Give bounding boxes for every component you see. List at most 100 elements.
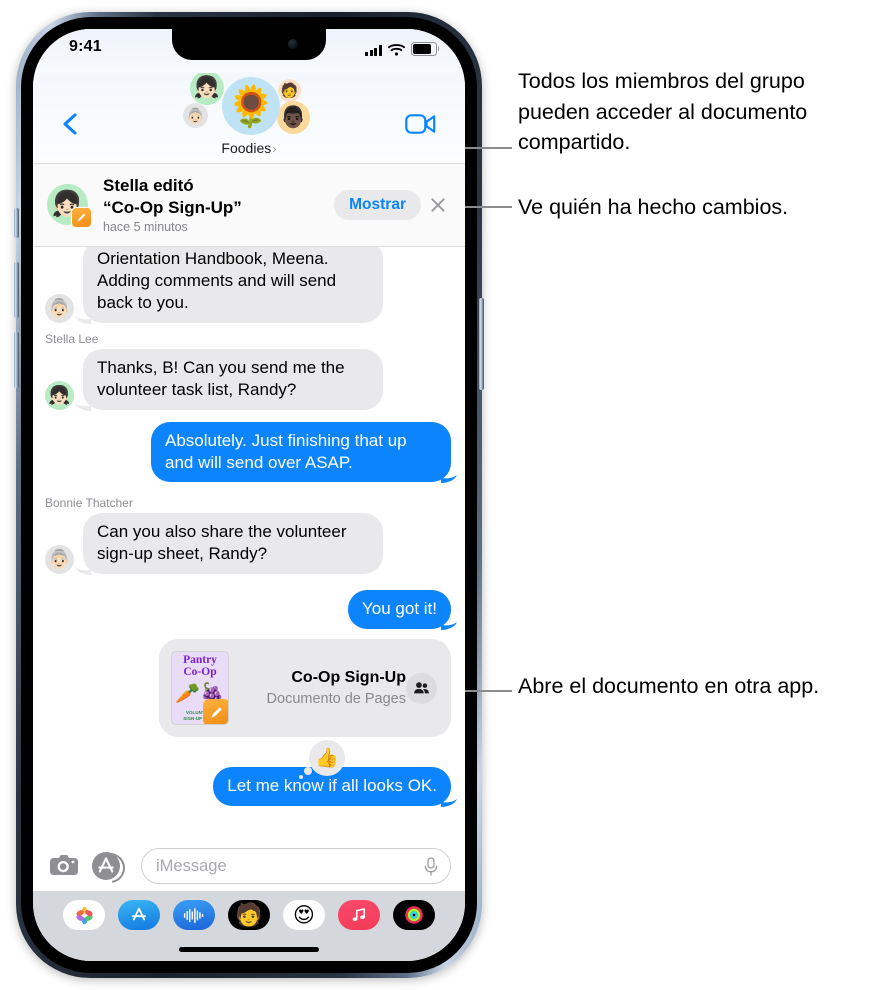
app-store-icon [92, 852, 120, 880]
document-attachment-row: Pantry Co-Op 🥕🍇 VOLUNTEER SIGN-UP FORM C… [33, 639, 465, 738]
message-input-bar: iMessage [33, 841, 465, 891]
chevron-right-icon: › [272, 141, 277, 156]
back-chevron-icon [63, 113, 77, 135]
volume-down-button[interactable] [14, 332, 19, 388]
silent-switch[interactable] [14, 208, 19, 238]
banner-line-1: Stella editó [103, 176, 194, 196]
sender-name: Bonnie Thatcher [45, 496, 133, 511]
app-store-button[interactable] [91, 851, 121, 881]
thumbnail-title-line-2: Co-Op [183, 665, 217, 678]
imessage-app-drawer: 🧑 😍 [33, 891, 465, 961]
app-drawer-memoji[interactable]: 🧑 [228, 900, 270, 930]
callout-open-in-another-app: Abre el documento en otra app. [518, 674, 820, 698]
avatar-glyph: 👵🏻 [186, 107, 205, 125]
callout-shared-doc-access: Todos los miembros del grupo pueden acce… [518, 69, 808, 155]
document-participants-button[interactable] [406, 672, 437, 704]
app-drawer-memoji-stickers[interactable]: 😍 [283, 900, 325, 930]
back-button[interactable] [59, 113, 81, 135]
message-row: 👵🏻 Can you also share the volunteer sign… [33, 513, 465, 576]
sender-avatar[interactable]: 👵🏻 [45, 293, 74, 323]
message-bubble[interactable]: Thanks, B! Can you send me the volunteer… [83, 348, 383, 410]
avatar-glyph: 👧🏻 [193, 76, 221, 99]
banner-text-block: Stella editó “Co-Op Sign-Up” hace 5 minu… [103, 175, 334, 233]
message-bubble[interactable]: You got it! [348, 590, 451, 630]
app-store-icon [132, 907, 146, 921]
audio-waveform-icon [183, 907, 204, 923]
avatar-glyph: 👨🏿 [280, 105, 307, 129]
microphone-icon[interactable] [423, 856, 439, 876]
message-bubble[interactable]: Can you also share the volunteer sign-up… [83, 513, 383, 575]
thumbs-up-icon: 👍 [315, 748, 339, 770]
volume-up-button[interactable] [14, 262, 19, 318]
message-row: 👍 Let me know if all looks OK. [33, 740, 465, 808]
sender-name: Stella Lee [45, 331, 99, 346]
sender-avatar[interactable]: 👧🏻 [45, 380, 74, 410]
thumbs-up-tapback[interactable]: 👍 [299, 740, 345, 780]
show-button[interactable]: Mostrar [334, 189, 421, 220]
message-row: You got it! [33, 590, 465, 631]
video-camera-icon [405, 114, 436, 134]
bubble-tail-icon [441, 475, 457, 484]
cellular-bars-icon [365, 45, 382, 56]
bubble-tail-icon [75, 567, 91, 576]
music-icon [352, 908, 366, 922]
avatar-glyph: 👧🏻 [48, 384, 71, 405]
banner-timestamp: hace 5 minutos [103, 219, 188, 234]
message-list[interactable]: 👵🏻 Orientation Handbook, Meena. Adding c… [33, 204, 465, 841]
group-name-button[interactable]: Foodies› [221, 140, 276, 156]
message-row: Absolutely. Just finishing that up and w… [33, 421, 465, 484]
wifi-icon [388, 44, 405, 56]
bubble-tail-icon [75, 402, 91, 411]
group-avatar-stella: 👧🏻 [190, 71, 224, 105]
group-avatar-main: 🌻 [222, 77, 280, 135]
document-card[interactable]: Pantry Co-Op 🥕🍇 VOLUNTEER SIGN-UP FORM C… [159, 639, 451, 738]
memoji-stickers-icon: 😍 [293, 903, 315, 927]
photos-icon [75, 906, 93, 924]
message-row: 👧🏻 Thanks, B! Can you send me the volunt… [33, 348, 465, 411]
avatar-glyph: 👵🏻 [48, 297, 71, 318]
message-bubble[interactable]: Absolutely. Just finishing that up and w… [151, 421, 451, 483]
pages-app-icon [71, 207, 92, 228]
front-camera-icon [288, 39, 298, 49]
device-notch [172, 29, 326, 60]
imessage-input[interactable]: iMessage [141, 848, 451, 884]
people-icon [414, 681, 429, 694]
group-avatar-cluster[interactable]: 👧🏻 👵🏻 🧑 👨🏿 🌻 [174, 71, 324, 139]
app-drawer-app-store[interactable] [118, 900, 160, 930]
group-avatar-member-4: 👨🏿 [277, 101, 310, 134]
document-meta: Co-Op Sign-Up Documento de Pages [242, 668, 406, 709]
message-bubble[interactable]: Orientation Handbook, Meena. Adding comm… [83, 240, 383, 323]
camera-button[interactable] [49, 851, 79, 881]
document-subtitle: Documento de Pages [266, 690, 406, 707]
callout-see-who-made-changes: Ve quién ha hecho cambios. [518, 195, 789, 219]
thumbnail-title: Pantry Co-Op [172, 654, 228, 678]
memoji-icon: 🧑 [235, 902, 263, 927]
bubble-tail-icon [75, 315, 91, 324]
avatar-glyph: 🧑 [280, 82, 299, 98]
app-drawer-audio-message[interactable] [173, 900, 215, 930]
side-power-button[interactable] [479, 298, 484, 390]
document-edit-banner[interactable]: 👧🏻 Stella editó “Co-Op Sign-Up” hace 5 m… [33, 163, 465, 247]
bubble-tail-icon [441, 799, 457, 808]
phone-screen: 👧🏻 👵🏻 🧑 👨🏿 🌻 Foodies› 👧🏻 Stella editó “C… [33, 29, 465, 961]
group-avatar-member-3: 🧑 [278, 79, 301, 102]
message-row: 👵🏻 Orientation Handbook, Meena. Adding c… [33, 240, 465, 324]
app-drawer-fitness[interactable] [393, 900, 435, 930]
document-thumbnail: Pantry Co-Op 🥕🍇 VOLUNTEER SIGN-UP FORM [171, 651, 229, 726]
app-drawer-photos[interactable] [63, 900, 105, 930]
document-title: Co-Op Sign-Up [291, 668, 406, 686]
banner-avatar: 👧🏻 [47, 184, 92, 228]
avatar-glyph: 🌻 [226, 84, 276, 129]
app-drawer-music[interactable] [338, 900, 380, 930]
activity-rings-icon [405, 906, 423, 924]
camera-icon [50, 855, 78, 875]
bubble-tail-icon [441, 622, 457, 631]
avatar-glyph: 👵🏻 [48, 549, 71, 570]
close-icon[interactable] [427, 194, 449, 216]
facetime-button[interactable] [405, 112, 437, 136]
status-indicators [365, 42, 440, 56]
iphone-device-frame: 👧🏻 👵🏻 🧑 👨🏿 🌻 Foodies› 👧🏻 Stella editó “C… [14, 12, 484, 978]
home-indicator[interactable] [179, 947, 319, 952]
sender-avatar[interactable]: 👵🏻 [45, 545, 74, 575]
banner-line-2: “Co-Op Sign-Up” [103, 197, 242, 217]
